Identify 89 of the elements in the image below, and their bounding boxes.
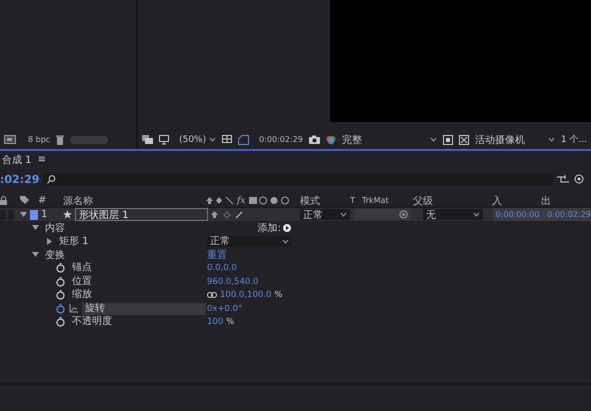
mode-dropdown[interactable]: 正常 — [300, 209, 350, 220]
camera-view-value: 活动摄像机 — [474, 134, 525, 146]
stopwatch-icon[interactable] — [56, 317, 65, 328]
grid-icon[interactable] — [222, 134, 232, 144]
property-group-name[interactable]: 变换 — [45, 248, 65, 262]
thumbnail-slider-fill[interactable] — [70, 136, 108, 144]
selected-layer-row[interactable]: 1 形状图层 1 正常 无 0:00:00:00 0:00:02:29 — [0, 208, 591, 221]
panel-menu[interactable]: ≡ — [38, 154, 46, 165]
trash-icon[interactable] — [56, 134, 64, 144]
caret-icon — [340, 212, 347, 217]
flowchart-toggle-icon[interactable] — [557, 174, 569, 184]
label-tag-icon[interactable] — [20, 196, 29, 205]
column-header[interactable]: T — [350, 196, 355, 205]
property-value[interactable]: 100.0,100.0 — [220, 290, 272, 300]
stopwatch-icon[interactable] — [56, 263, 65, 274]
shape-group-name[interactable]: 矩形 1 — [59, 234, 89, 248]
unit-label: % — [274, 290, 282, 300]
collapse-icon[interactable] — [223, 210, 231, 218]
unit-label: % — [226, 317, 234, 328]
composition-tab[interactable]: 合成 1 — [2, 152, 32, 166]
layer-number: 1 — [40, 209, 48, 220]
column-header[interactable]: TrkMat — [362, 196, 389, 205]
camera-icon[interactable] — [308, 135, 320, 144]
monitor-icon[interactable] — [159, 134, 170, 144]
search-icon — [47, 174, 56, 184]
reset-link[interactable]: 重置 — [207, 248, 227, 262]
property-value[interactable]: 0x+0.0° — [207, 304, 242, 314]
current-time[interactable]: 0:00:02:29 — [259, 135, 303, 144]
expanded-triangle-icon[interactable] — [32, 224, 39, 232]
stopwatch-icon[interactable] — [56, 276, 65, 287]
caret-icon — [209, 137, 216, 142]
shy-icon[interactable] — [210, 210, 219, 219]
lock-icon[interactable] — [0, 196, 7, 205]
color-channels-icon[interactable] — [326, 134, 336, 144]
stopwatch-icon[interactable] — [56, 290, 65, 300]
column-header[interactable]: # — [38, 195, 46, 206]
quality-icon[interactable] — [235, 210, 243, 218]
graph-icon[interactable] — [69, 304, 78, 314]
visibility-toggle[interactable] — [0, 210, 6, 220]
layers-icon[interactable] — [142, 135, 154, 144]
bit-depth-button[interactable]: 8 bpc — [28, 135, 50, 144]
zoom-dropdown[interactable]: (50%) — [179, 134, 216, 144]
column-header[interactable]: 模式 — [295, 194, 320, 208]
star-icon — [63, 210, 72, 219]
stopwatch-icon[interactable] — [56, 304, 65, 314]
effects-switch-header[interactable]: fx — [236, 196, 246, 206]
solo-toggle[interactable] — [8, 210, 14, 220]
selected-property-name[interactable]: 旋转 — [82, 302, 206, 315]
caret-icon — [548, 137, 555, 142]
caret-icon — [473, 212, 480, 217]
property-value[interactable]: 100 — [207, 317, 224, 328]
mask-icon[interactable] — [238, 134, 250, 144]
search-field[interactable] — [43, 174, 553, 184]
region-icon[interactable] — [442, 134, 453, 144]
add-menu[interactable]: 添加: — [258, 220, 281, 235]
column-header[interactable]: 入 — [492, 194, 502, 208]
parent-value: 无 — [426, 208, 436, 222]
layer-switches-icons[interactable] — [205, 196, 234, 205]
camera-view-dropdown[interactable]: 活动摄像机 — [474, 132, 555, 146]
expanded-triangle-icon[interactable] — [20, 211, 27, 218]
timecode-display[interactable]: :02:29 — [0, 172, 40, 186]
property-value[interactable]: 960.0,540.0 — [207, 276, 258, 287]
resolution-value: 完整 — [342, 134, 362, 146]
property-name[interactable]: 缩放 — [69, 289, 95, 302]
blend-mode-dropdown[interactable]: 正常 — [207, 236, 292, 247]
blend-mode-value: 正常 — [210, 234, 230, 248]
column-header[interactable]: 父级 — [408, 194, 433, 208]
caret-icon — [282, 238, 289, 244]
column-header[interactable]: 出 — [541, 194, 551, 208]
view-layout-dropdown[interactable]: 1 个... — [560, 133, 587, 146]
property-value[interactable]: 0.0,0.0 — [207, 263, 237, 274]
column-header[interactable]: 源名称 — [58, 194, 93, 208]
expanded-triangle-icon[interactable] — [32, 251, 39, 258]
collapsed-triangle-icon[interactable] — [46, 238, 53, 245]
zoom-value: (50%) — [179, 134, 206, 144]
property-name[interactable]: 位置 — [69, 276, 95, 288]
layer-name-field[interactable]: 形状图层 1 — [75, 208, 208, 221]
resolution-dropdown[interactable]: 完整 — [342, 132, 437, 146]
parent-dropdown[interactable]: 无 — [423, 209, 483, 220]
layer-label-color[interactable] — [30, 210, 38, 220]
property-group-name[interactable]: 内容 — [45, 220, 65, 235]
add-circle-icon[interactable] — [283, 224, 291, 232]
pick-whip-icon[interactable] — [399, 210, 408, 219]
transparency-grid-icon[interactable] — [458, 134, 469, 144]
mode-value: 正常 — [303, 208, 323, 222]
link-chain-icon[interactable] — [207, 292, 217, 298]
caret-icon — [430, 137, 437, 142]
property-name[interactable]: 锚点 — [69, 262, 95, 274]
property-name[interactable]: 不透明度 — [69, 316, 115, 328]
